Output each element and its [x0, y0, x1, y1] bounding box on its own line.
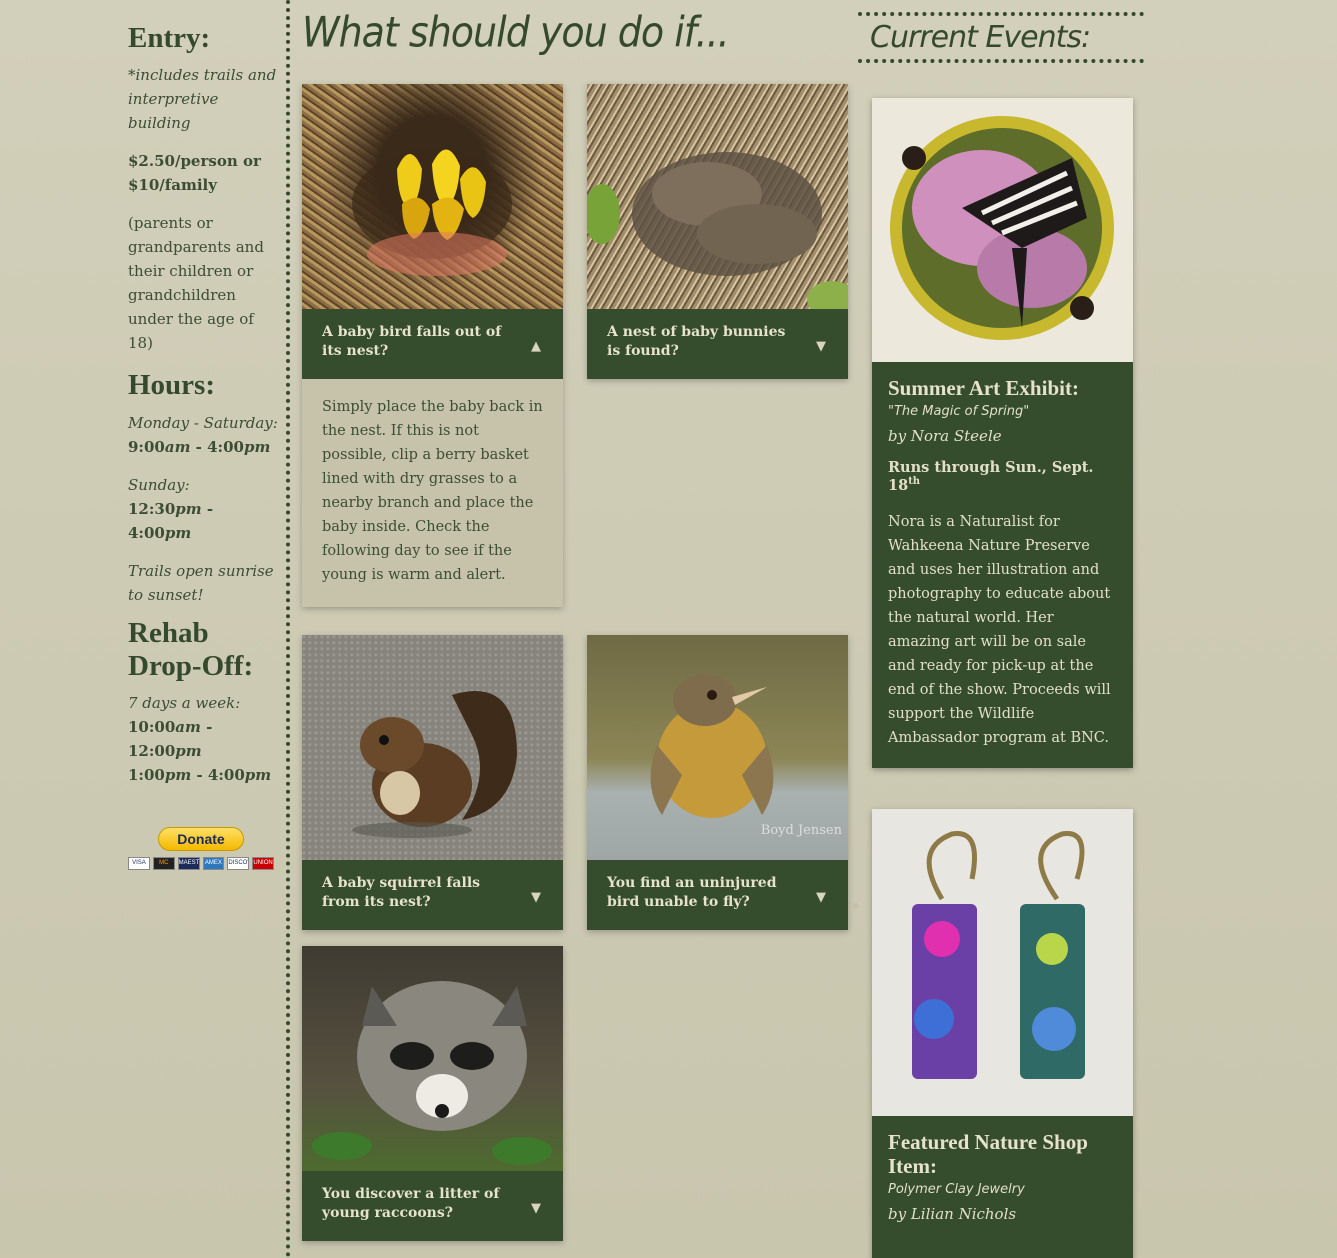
- faq-question: You discover a litter of young raccoons?: [322, 1186, 500, 1221]
- butterfly-art-photo: [872, 98, 1133, 362]
- hours-sunday: Sunday: 12:30pm - 4:00pm: [128, 473, 278, 545]
- visa-card-icon: VISA: [128, 857, 150, 871]
- event-subtitle: Polymer Clay Jewelry: [888, 1182, 1025, 1197]
- hours-weekday: Monday - Saturday: 9:00am - 4:00pm: [128, 411, 278, 459]
- faq-answer: Simply place the baby back in the nest. …: [322, 399, 543, 583]
- chevron-up-icon: ▲: [531, 339, 541, 354]
- event-card-shop-item[interactable]: Featured Nature Shop Item: Polymer Clay …: [872, 809, 1133, 1258]
- entry-heading: Entry:: [128, 22, 211, 54]
- chevron-down-icon: ▼: [816, 339, 826, 354]
- faq-question: A nest of baby bunnies is found?: [607, 324, 786, 359]
- rehab-days: 7 days a week:: [128, 694, 241, 713]
- faq-toggle-bunnies[interactable]: A nest of baby bunnies is found? ▼: [587, 309, 848, 379]
- faq-tile-uninjured-bird: Boyd Jensen You find an uninjured bird u…: [587, 635, 848, 930]
- entry-note: *includes trails and interpretive buildi…: [128, 66, 277, 133]
- column-divider: [286, 0, 290, 1258]
- amex-card-icon: AMEX: [202, 857, 225, 871]
- event-dates: Runs through Sun., Sept. 18th: [888, 459, 1094, 494]
- event-description: Nora is a Naturalist for Wahkeena Nature…: [888, 513, 1111, 746]
- sunday-label: Sunday:: [128, 475, 190, 494]
- trails-note: Trails open sunrise to sunset!: [128, 561, 274, 604]
- info-sidebar: Entry: *includes trails and interpretive…: [128, 22, 278, 871]
- faq-tile-bunnies: A nest of baby bunnies is found? ▼: [587, 84, 848, 379]
- event-subtitle: "The Magic of Spring": [888, 404, 1030, 419]
- rehab-heading: Rehab Drop-Off:: [128, 616, 254, 683]
- donate-widget: Donate VISA MC MAESTRO AMEX DISCOVER UNI…: [128, 827, 274, 871]
- donate-button[interactable]: Donate: [158, 827, 244, 852]
- weekday-label: Monday - Saturday:: [128, 413, 278, 432]
- faq-tile-baby-bird: A baby bird falls out of its nest? ▲ Sim…: [302, 84, 563, 607]
- baby-raccoon-photo: [302, 946, 563, 1171]
- hours-heading: Hours:: [128, 369, 215, 402]
- unionpay-card-icon: UNION: [252, 857, 274, 871]
- faq-toggle-uninjured-bird[interactable]: You find an uninjured bird unable to fly…: [587, 860, 848, 930]
- faq-tile-raccoons: You discover a litter of young raccoons?…: [302, 946, 563, 1241]
- maestro-card-icon: MAESTRO: [177, 857, 200, 871]
- entry-price: $2.50/person or $10/family: [128, 152, 261, 195]
- event-artist: by Lilian Nichols: [888, 1205, 1017, 1223]
- faq-toggle-squirrel[interactable]: A baby squirrel falls from its nest? ▼: [302, 860, 563, 930]
- faq-tile-squirrel: A baby squirrel falls from its nest? ▼: [302, 635, 563, 930]
- baby-squirrel-photo: [302, 635, 563, 860]
- chevron-down-icon: ▼: [531, 1201, 541, 1216]
- weekday-times: 9:00am - 4:00pm: [128, 437, 271, 456]
- event-body: Featured Nature Shop Item: Polymer Clay …: [872, 1116, 1133, 1255]
- chevron-down-icon: ▼: [531, 890, 541, 905]
- faq-toggle-baby-bird[interactable]: A baby bird falls out of its nest? ▲: [302, 309, 563, 379]
- faq-question: You find an uninjured bird unable to fly…: [607, 875, 777, 910]
- sunday-times: 12:30pm - 4:00pm: [128, 499, 214, 542]
- earrings-photo: [872, 809, 1133, 1116]
- discover-card-icon: DISCOVER: [227, 857, 250, 871]
- event-card-art-exhibit[interactable]: Summer Art Exhibit: "The Magic of Spring…: [872, 98, 1133, 768]
- photo-watermark: Boyd Jensen: [760, 823, 842, 838]
- events-heading: Current Events:: [858, 12, 1144, 63]
- event-body: Summer Art Exhibit: "The Magic of Spring…: [872, 362, 1133, 768]
- chevron-down-icon: ▼: [816, 890, 826, 905]
- rehab-times: 7 days a week: 10:00am - 12:00pm 1:00pm …: [128, 694, 272, 785]
- entry-detail: (parents or grandparents and their child…: [128, 214, 264, 353]
- faq-toggle-raccoons[interactable]: You discover a litter of young raccoons?…: [302, 1171, 563, 1241]
- event-artist: by Nora Steele: [888, 427, 1002, 445]
- page-title: What should you do if...: [302, 7, 730, 57]
- baby-bunnies-photo: [587, 84, 848, 309]
- mastercard-icon: MC: [152, 857, 175, 871]
- event-heading: Summer Art Exhibit:: [888, 376, 1079, 400]
- event-heading: Featured Nature Shop Item:: [888, 1130, 1088, 1178]
- fledgling-bird-photo: Boyd Jensen: [587, 635, 848, 860]
- baby-birds-photo: [302, 84, 563, 309]
- faq-question: A baby bird falls out of its nest?: [322, 324, 502, 359]
- payment-cards: VISA MC MAESTRO AMEX DISCOVER UNION: [128, 857, 274, 871]
- faq-question: A baby squirrel falls from its nest?: [322, 875, 481, 910]
